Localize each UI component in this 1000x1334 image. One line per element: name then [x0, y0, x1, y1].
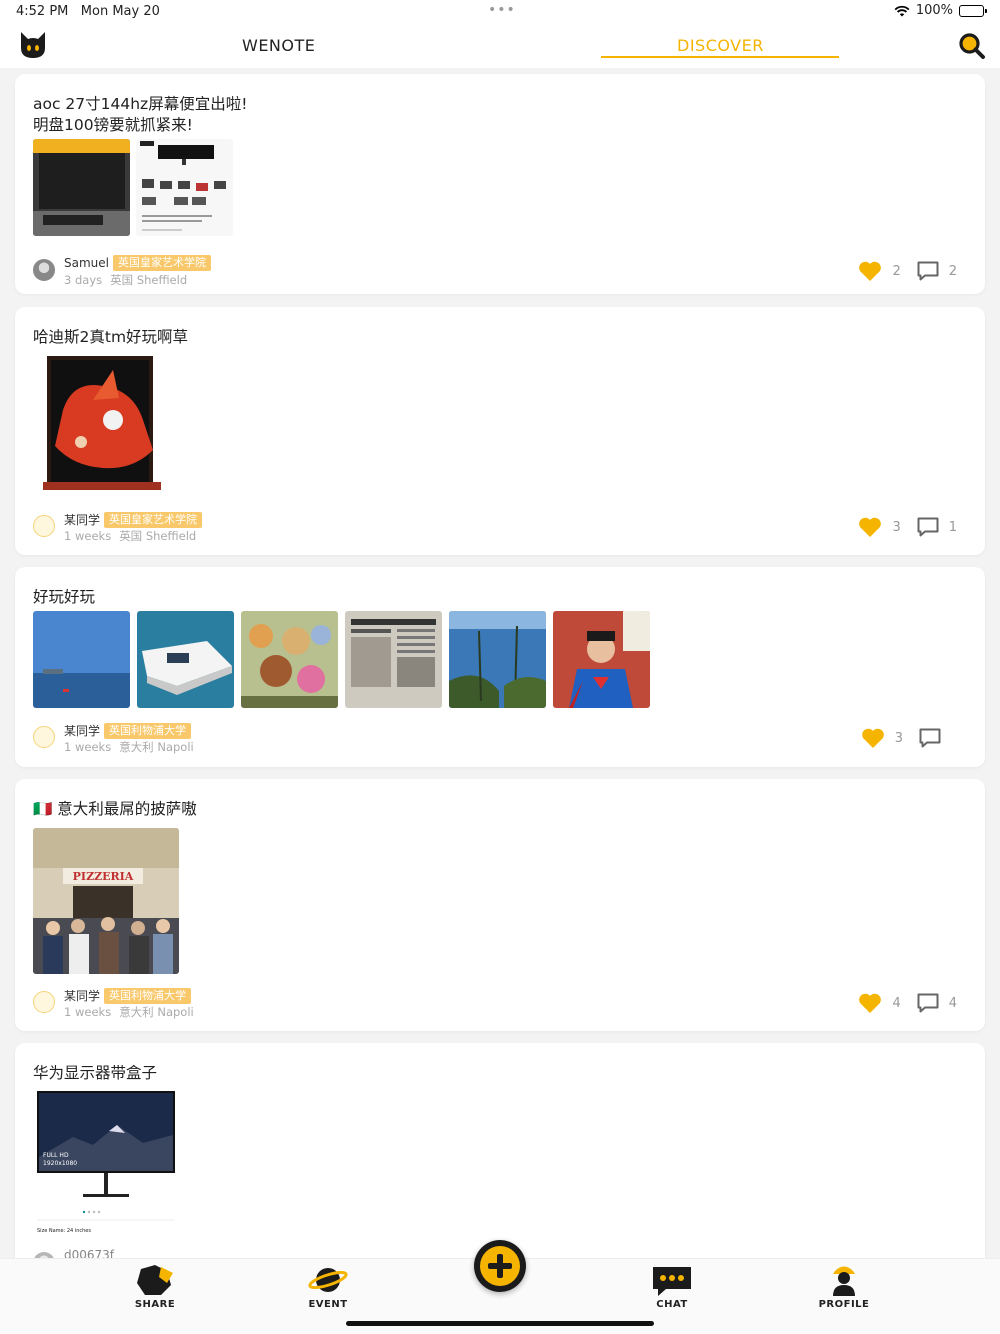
monitor-size-label: Size Name: 24 inches — [37, 1228, 91, 1234]
like-count: 3 — [892, 519, 901, 535]
post-images — [33, 139, 233, 236]
status-time: 4:52 PM Mon May 20 — [16, 4, 160, 19]
post-time-location: 1 weeks 英国 Sheffield — [64, 529, 197, 543]
monitor-overlay-line2: 1920x1080 — [43, 1160, 77, 1167]
post-images — [33, 611, 650, 708]
post-images: FULL HD 1920x1080 Size Name: 24 inches — [33, 1087, 179, 1237]
comment-count: 4 — [948, 995, 957, 1011]
chat-bubble-icon — [653, 1267, 691, 1296]
top-nav: WENOTE DISCOVER — [0, 24, 1000, 68]
heart-icon[interactable] — [858, 992, 882, 1014]
comment-icon[interactable] — [917, 517, 939, 537]
tab-share[interactable]: SHARE — [115, 1263, 195, 1310]
post-title: aoc 27寸144hz屏幕便宜出啦! 明盘100镑要就抓紧来! — [33, 95, 248, 134]
heart-icon[interactable] — [858, 260, 882, 282]
username[interactable]: d00673f — [64, 1248, 114, 1258]
school-badge: 英国利物浦大学 — [104, 988, 192, 1004]
planet-icon — [308, 1268, 348, 1292]
school-badge: 英国皇家艺术学院 — [104, 512, 203, 528]
post-image[interactable] — [33, 139, 130, 236]
post-images: PIZZERIA — [33, 828, 179, 974]
heart-icon[interactable] — [861, 727, 885, 749]
avatar[interactable] — [33, 515, 55, 537]
post-image[interactable] — [136, 139, 233, 236]
share-icon — [137, 1265, 173, 1295]
avatar[interactable] — [33, 726, 55, 748]
post-title: 华为显示器带盒子 — [33, 1064, 158, 1082]
tab-share-label: SHARE — [134, 1299, 176, 1310]
post-image[interactable] — [33, 350, 179, 496]
tab-chat-label: CHAT — [656, 1299, 688, 1310]
post-images — [33, 350, 179, 496]
username[interactable]: 某同学 英国皇家艺术学院 — [64, 511, 203, 528]
post-card[interactable]: 🇮🇹 意大利最屌的披萨嗷 PIZZERIA 某同学 英国利物浦大学 1 week… — [15, 779, 985, 1031]
comment-count: 2 — [948, 263, 957, 279]
tab-event[interactable]: EVENT — [288, 1263, 368, 1310]
post-image[interactable] — [345, 611, 442, 708]
post-card[interactable]: aoc 27寸144hz屏幕便宜出啦! 明盘100镑要就抓紧来! Samuel … — [15, 74, 985, 294]
post-image[interactable] — [33, 611, 130, 708]
post-actions: 2 2 — [858, 260, 957, 282]
monitor-overlay-line1: FULL HD — [43, 1152, 69, 1159]
username[interactable]: Samuel 英国皇家艺术学院 — [64, 255, 211, 271]
post-image[interactable] — [241, 611, 338, 708]
comment-icon[interactable] — [917, 993, 939, 1013]
post-time-location: 1 weeks 意大利 Napoli — [64, 1005, 194, 1019]
post-actions: 3 1 — [858, 516, 957, 538]
battery-percent: 100% — [915, 3, 953, 18]
username[interactable]: 某同学 英国利物浦大学 — [64, 987, 192, 1004]
home-indicator — [346, 1321, 654, 1326]
tab-discover[interactable]: DISCOVER — [677, 36, 764, 55]
post-actions: 4 4 — [858, 992, 957, 1014]
post-title: 好玩好玩 — [33, 588, 96, 606]
tab-event-label: EVENT — [308, 1299, 348, 1310]
like-count: 2 — [892, 263, 901, 279]
comment-count: 1 — [948, 519, 957, 535]
status-bar: 4:52 PM Mon May 20 ••• 100% — [0, 0, 1000, 24]
post-time-location: 3 days 英国 Sheffield — [64, 273, 188, 287]
wifi-icon — [894, 5, 910, 16]
like-count: 4 — [892, 995, 901, 1011]
username[interactable]: 某同学 英国利物浦大学 — [64, 722, 192, 739]
add-post-button[interactable] — [474, 1240, 526, 1292]
school-badge: 英国皇家艺术学院 — [112, 255, 211, 271]
post-image[interactable]: PIZZERIA — [33, 828, 179, 974]
avatar[interactable] — [33, 991, 55, 1013]
comment-icon[interactable] — [917, 261, 939, 281]
school-badge: 英国利物浦大学 — [104, 723, 192, 739]
tab-wenote[interactable]: WENOTE — [242, 36, 315, 55]
post-card[interactable]: 哈迪斯2真tm好玩啊草 某同学 英国皇家艺术学院 1 weeks 英国 Sheffi… — [15, 307, 985, 555]
post-card[interactable]: 华为显示器带盒子 FULL HD 1920x1080 Size Name: 24… — [15, 1043, 985, 1258]
post-image[interactable] — [137, 611, 234, 708]
active-tab-indicator — [601, 56, 839, 58]
comment-icon[interactable] — [919, 728, 941, 748]
post-image[interactable]: FULL HD 1920x1080 Size Name: 24 inches — [33, 1087, 179, 1237]
post-time-location: 1 weeks 意大利 Napoli — [64, 740, 194, 754]
post-title: 🇮🇹 意大利最屌的披萨嗷 — [33, 800, 197, 818]
post-card[interactable]: 好玩好玩 某同学 英国利物浦大学 1 weeks 意大利 Napoli 3 — [15, 567, 985, 767]
discover-feed[interactable]: aoc 27寸144hz屏幕便宜出啦! 明盘100镑要就抓紧来! Samuel … — [0, 68, 1000, 1258]
search-icon[interactable] — [958, 32, 986, 60]
tab-chat[interactable]: CHAT — [632, 1263, 712, 1310]
heart-icon[interactable] — [858, 516, 882, 538]
person-icon — [833, 1266, 855, 1296]
cat-logo-icon[interactable] — [18, 30, 48, 60]
avatar[interactable] — [33, 259, 55, 281]
post-image[interactable] — [449, 611, 546, 708]
like-count: 3 — [894, 730, 903, 746]
tab-profile-label: PROFILE — [818, 1299, 870, 1310]
status-right: 100% — [894, 3, 987, 18]
post-title: 哈迪斯2真tm好玩啊草 — [33, 328, 189, 346]
post-actions: 3 — [861, 727, 957, 749]
add-icon — [480, 1246, 520, 1286]
svg-text:PIZZERIA: PIZZERIA — [73, 870, 134, 883]
multitasking-dots[interactable]: ••• — [488, 2, 516, 18]
battery-icon — [959, 4, 987, 17]
tab-profile[interactable]: PROFILE — [804, 1263, 884, 1310]
post-image[interactable] — [553, 611, 650, 708]
